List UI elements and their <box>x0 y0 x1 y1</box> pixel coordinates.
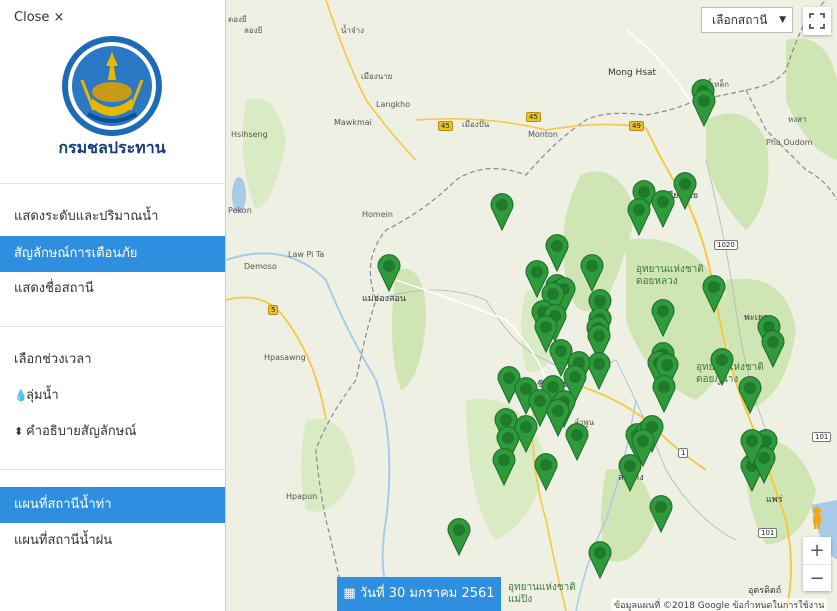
place-label: อุทยานแห่งชาติ ดอยหลวง <box>636 264 704 287</box>
menu-show-level-volume[interactable]: แสดงระดับและปริมาณน้ำ <box>0 199 225 235</box>
period-label: เลือกช่วงเวลา <box>14 352 92 367</box>
station-marker[interactable] <box>588 541 612 580</box>
place-label: เมืองปั่น <box>462 120 490 129</box>
station-marker[interactable] <box>492 448 516 487</box>
date-banner: ▦ วันที่ 30 มกราคม 2561 <box>337 577 501 611</box>
calendar-icon: ▦ <box>343 586 360 601</box>
place-label: Demoso <box>244 262 277 271</box>
basin-label: ลุ่มน้ำ <box>26 388 59 403</box>
road-shield: 1020 <box>714 240 738 250</box>
legend-toggle[interactable]: ⬍ คำอธิบายสัญลักษณ์ <box>0 414 225 450</box>
divider <box>0 326 225 327</box>
station-select[interactable]: เลือกสถานี ▼ <box>701 7 793 33</box>
station-marker[interactable] <box>738 376 762 415</box>
close-button[interactable]: Close × <box>14 10 64 25</box>
place-label: Langkho <box>376 100 411 109</box>
basin-toggle[interactable]: 💧ลุ่มน้ำ <box>0 378 225 414</box>
logo-text: กรมชลประทาน <box>58 138 166 157</box>
place-label: ลองยี <box>244 26 263 35</box>
road-shield: 5 <box>268 305 279 315</box>
place-label: Hpasawng <box>264 353 306 362</box>
place-label: Mong Hsat <box>608 68 657 78</box>
road-shield: 45 <box>438 121 453 131</box>
menu-rain-station-map[interactable]: แผนที่สถานีน้ำฝน <box>0 523 225 559</box>
zoom-control: + − <box>803 537 831 591</box>
menu-label: แผนที่สถานีน้ำฝน <box>14 533 113 548</box>
menu-label: แผนที่สถานีน้ำท่า <box>14 497 112 512</box>
station-marker[interactable] <box>565 423 589 462</box>
station-select-value: เลือกสถานี <box>712 13 768 27</box>
menu-show-station-names[interactable]: แสดงชื่อสถานี <box>0 271 225 307</box>
fullscreen-icon <box>809 13 825 29</box>
legend-label: คำอธิบายสัญลักษณ์ <box>26 424 137 439</box>
place-label: แม่ฮ่องสอน <box>362 294 407 304</box>
place-label: อุทยานแห่งชาติ แม่ปิง <box>508 582 576 605</box>
station-marker[interactable] <box>692 89 716 128</box>
place-label: น้ำจ๋าง <box>341 26 365 35</box>
place-label: Hsihseng <box>231 130 268 139</box>
place-label: Pekon <box>228 206 252 215</box>
station-marker[interactable] <box>673 172 697 211</box>
menu-warning-symbols[interactable]: สัญลักษณ์การเตือนภัย <box>0 236 225 272</box>
map-attribution: ข้อมูลแผนที่ ©2018 Google ข้อกำหนดในการใ… <box>611 598 828 611</box>
place-label: Law Pi Ta <box>288 250 325 259</box>
sort-icon: ⬍ <box>14 425 24 438</box>
place-label: แพร่ <box>766 495 783 505</box>
station-marker[interactable] <box>710 348 734 387</box>
road-shield: 49 <box>629 121 644 131</box>
station-marker[interactable] <box>447 518 471 557</box>
map-view[interactable]: ตองยี ลองยี น้ำจ๋าง เมืองนาย Langkho Maw… <box>226 0 837 611</box>
station-marker[interactable] <box>377 254 401 293</box>
station-marker[interactable] <box>618 454 642 493</box>
station-marker[interactable] <box>761 330 785 369</box>
zoom-out-button[interactable]: − <box>803 565 831 592</box>
place-label: Mawkmai <box>334 118 372 127</box>
road-shield: 101 <box>758 528 778 538</box>
menu-label: แสดงชื่อสถานี <box>14 281 94 296</box>
place-label: Homein <box>362 210 393 219</box>
place-label: Monton <box>528 130 558 139</box>
station-marker[interactable] <box>534 453 558 492</box>
station-marker[interactable] <box>490 193 514 232</box>
place-label: เมืองนาย <box>361 72 393 81</box>
station-marker[interactable] <box>740 429 764 468</box>
caret-down-icon: ▼ <box>779 15 786 25</box>
date-label: วันที่ 30 มกราคม 2561 <box>359 586 495 601</box>
place-label: อุตรดิตถ์ <box>748 586 782 596</box>
pegman-icon[interactable] <box>807 506 827 530</box>
place-label: หงสา <box>788 115 807 124</box>
station-marker[interactable] <box>627 198 651 237</box>
road-shield: 101 <box>812 432 832 442</box>
department-logo: กรมชลประทาน <box>52 36 172 164</box>
station-marker[interactable] <box>652 375 676 414</box>
menu-label: สัญลักษณ์การเตือนภัย <box>14 246 138 261</box>
place-label: Hpapun <box>286 492 318 501</box>
station-marker[interactable] <box>651 190 675 229</box>
road-shield: 1 <box>678 448 689 458</box>
fullscreen-button[interactable] <box>803 7 831 35</box>
divider <box>0 183 225 184</box>
zoom-in-button[interactable]: + <box>803 537 831 565</box>
station-marker[interactable] <box>580 254 604 293</box>
station-marker[interactable] <box>651 299 675 338</box>
road-shield: 45 <box>526 112 541 122</box>
select-period[interactable]: เลือกช่วงเวลา <box>0 342 225 378</box>
station-marker[interactable] <box>702 275 726 314</box>
station-marker[interactable] <box>649 495 673 534</box>
menu-label: แสดงระดับและปริมาณน้ำ <box>14 209 159 224</box>
divider <box>0 469 225 470</box>
place-label: Pha Oudom <box>766 138 813 147</box>
sidebar: Close × กรมชลประทาน แสดงระดับและปริมาณน้… <box>0 0 226 611</box>
menu-runoff-station-map[interactable]: แผนที่สถานีน้ำท่า <box>0 487 225 523</box>
station-marker[interactable] <box>514 415 538 454</box>
water-drop-icon: 💧 <box>14 389 28 402</box>
